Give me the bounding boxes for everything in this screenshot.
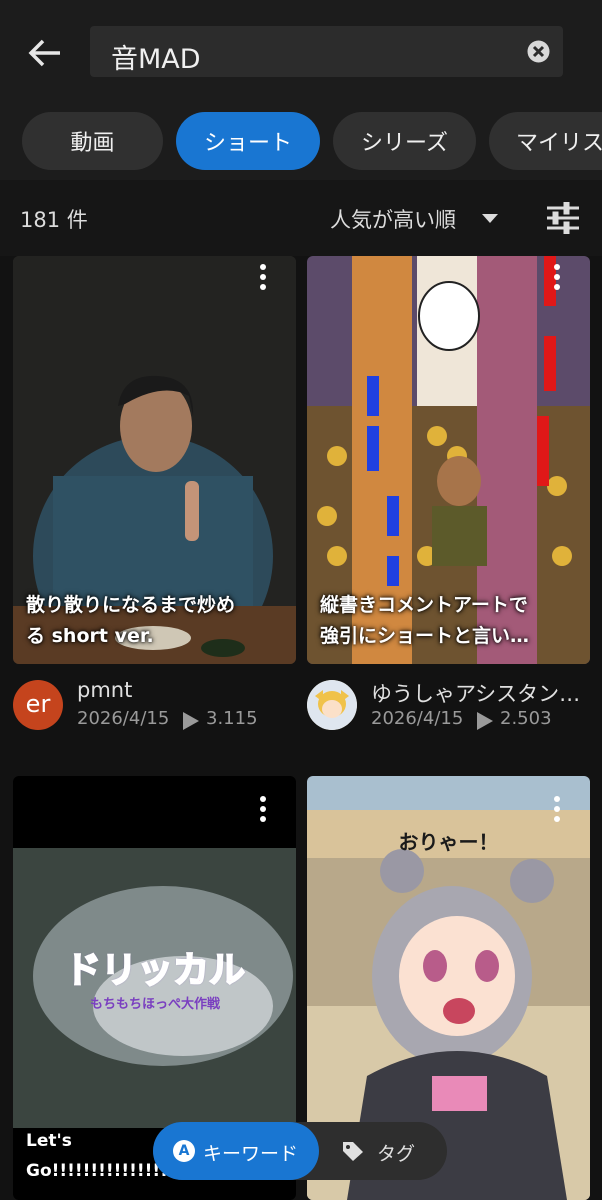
avatar[interactable]: er bbox=[13, 680, 63, 730]
video-caption: 散り散りになるまで炒め る short ver. bbox=[26, 594, 236, 647]
more-vert-icon[interactable] bbox=[547, 794, 567, 824]
upload-date: 2026/4/15 bbox=[371, 708, 464, 729]
tab-mylist[interactable]: マイリスト bbox=[489, 112, 602, 170]
tag-icon bbox=[343, 1142, 363, 1161]
tab-series[interactable]: シリーズ bbox=[333, 112, 476, 170]
play-icon bbox=[477, 712, 493, 730]
video-caption: 縦書きコメントアートで 強引にショートと言い… bbox=[320, 594, 530, 647]
tag-search-button[interactable]: タグ bbox=[319, 1122, 447, 1180]
more-vert-icon[interactable] bbox=[547, 262, 567, 292]
thumbnail-text: おりゃー！ bbox=[398, 830, 499, 854]
back-button[interactable] bbox=[22, 30, 68, 76]
keyword-search-button[interactable]: A キーワード bbox=[153, 1122, 319, 1180]
play-icon bbox=[183, 712, 199, 730]
clear-circle-icon[interactable] bbox=[526, 39, 551, 64]
result-count: 181 件 bbox=[20, 208, 88, 232]
tab-label: 動画 bbox=[70, 131, 115, 156]
type-tabs: 動画 ショート シリーズ マイリスト bbox=[0, 100, 602, 180]
author-name[interactable]: ゆうしゃアシスタン… bbox=[371, 678, 596, 708]
arrow-left-icon bbox=[28, 39, 60, 67]
tab-label: シリーズ bbox=[361, 131, 448, 156]
tab-label: マイリスト bbox=[516, 131, 602, 156]
avatar[interactable] bbox=[307, 680, 357, 730]
more-vert-icon[interactable] bbox=[253, 262, 273, 292]
view-count: 2.503 bbox=[500, 708, 552, 729]
upload-date: 2026/4/15 bbox=[77, 708, 170, 729]
logo-title: ドリッカル bbox=[64, 949, 246, 992]
tab-label: ショート bbox=[203, 131, 292, 156]
letter-a-icon: A bbox=[173, 1140, 195, 1162]
view-count: 3.115 bbox=[206, 708, 258, 729]
search-field[interactable]: 音MAD bbox=[90, 26, 563, 77]
app-header: 音MAD bbox=[0, 0, 602, 100]
sort-dropdown[interactable]: 人気が高い順 bbox=[330, 204, 456, 234]
avatar-text: er bbox=[25, 690, 51, 718]
video-card[interactable]: 縦書きコメントアートで 強引にショートと言い… bbox=[307, 256, 590, 664]
search-mode-switch: A キーワード タグ bbox=[153, 1122, 447, 1180]
tag-label: タグ bbox=[377, 1143, 416, 1165]
keyword-label: キーワード bbox=[203, 1143, 299, 1165]
author-name[interactable]: pmnt bbox=[77, 678, 302, 702]
caret-down-icon[interactable] bbox=[482, 214, 498, 223]
tab-videos[interactable]: 動画 bbox=[22, 112, 163, 170]
more-vert-icon[interactable] bbox=[253, 794, 273, 824]
result-toolbar: 181 件 人気が高い順 bbox=[0, 180, 602, 256]
thumbnail-logo: ドリッカル もちもちほっぺ大作戦 bbox=[55, 941, 255, 1012]
video-card[interactable]: 散り散りになるまで炒め る short ver. bbox=[13, 256, 296, 664]
logo-subtitle: もちもちほっぺ大作戦 bbox=[89, 997, 220, 1012]
tune-sliders-icon[interactable] bbox=[545, 202, 581, 234]
tab-shorts[interactable]: ショート bbox=[176, 112, 320, 170]
search-input[interactable]: 音MAD bbox=[111, 37, 201, 76]
avatar-image bbox=[307, 680, 357, 730]
